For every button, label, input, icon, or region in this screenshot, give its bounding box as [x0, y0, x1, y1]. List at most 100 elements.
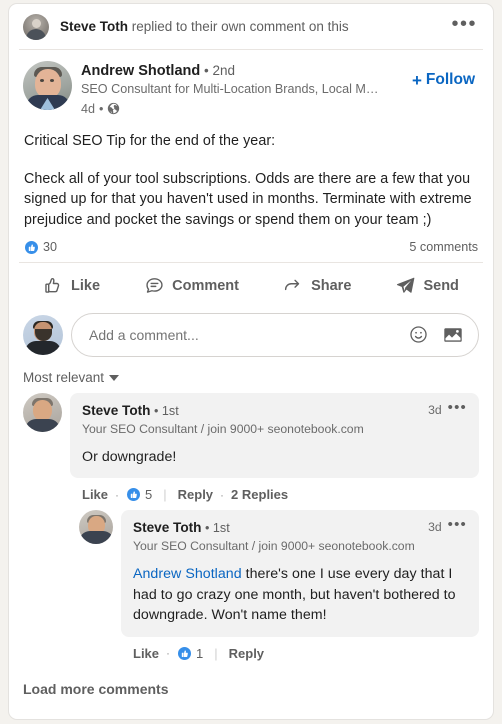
comments-count[interactable]: 5 comments: [409, 240, 478, 254]
comment-button-label: Comment: [172, 277, 239, 294]
actor-name[interactable]: Steve Toth: [60, 19, 128, 34]
comment-time: 3d: [428, 402, 442, 417]
comment-reaction-count: 5: [145, 487, 153, 503]
post-body: Critical SEO Tip for the end of the year…: [9, 118, 493, 231]
comment-reaction-group[interactable]: 1: [177, 645, 204, 661]
post-paragraph: Critical SEO Tip for the end of the year…: [24, 133, 276, 150]
commenter-degree: 1st: [161, 403, 179, 418]
commenter-headline: Your SEO Consultant / join 9000+ seonote…: [82, 421, 364, 436]
load-more-row: Load more comments: [9, 663, 493, 699]
comment-reaction-group[interactable]: 5: [126, 487, 153, 503]
author-name[interactable]: Andrew Shotland: [81, 63, 200, 79]
image-photo-icon[interactable]: [442, 324, 464, 346]
commenter-identity: Steve Toth • 1st Your SEO Consultant / j…: [133, 519, 415, 555]
comment-actions: Like · 5 | Reply · 2 Replies: [70, 478, 479, 503]
avatar-eye-left: [39, 79, 44, 83]
comment-meta: 3d •••: [428, 400, 467, 417]
comment-like-button[interactable]: Like: [133, 646, 159, 661]
author-degree: 2nd: [212, 63, 235, 78]
meta-separator: •: [99, 101, 104, 116]
comment-time: 3d: [428, 520, 442, 535]
like-reaction-icon: [177, 645, 193, 661]
like-reaction-icon: [24, 239, 39, 255]
follow-label: Follow: [425, 71, 475, 88]
composer-icons: [408, 324, 464, 346]
comment-reply-button[interactable]: Reply: [229, 646, 264, 661]
post-paragraph: Check all of your tool subscriptions. Od…: [24, 170, 472, 229]
action-dot-separator: ·: [166, 646, 171, 661]
like-button[interactable]: Like: [33, 267, 110, 304]
comment-input-box[interactable]: [71, 312, 479, 357]
current-user-avatar[interactable]: [23, 314, 63, 355]
comment-like-button[interactable]: Like: [82, 487, 108, 502]
author-headline: SEO Consultant for Multi-Location Brands…: [81, 82, 381, 97]
avatar-face: [34, 68, 61, 98]
post-time: 4d: [81, 101, 96, 116]
social-context-header: Steve Toth replied to their own comment …: [9, 4, 493, 49]
commenter-degree: 1st: [212, 521, 230, 536]
comment-text: Andrew Shotland there's one I use every …: [133, 564, 467, 626]
post-options-ellipsis-icon[interactable]: •••: [445, 14, 479, 39]
comment-item-nested: Steve Toth • 1st Your SEO Consultant / j…: [23, 510, 479, 661]
comment-options-ellipsis-icon[interactable]: •••: [448, 400, 467, 415]
commenter-name-line: Steve Toth • 1st: [82, 402, 364, 420]
comments-list: Steve Toth • 1st Your SEO Consultant / j…: [9, 391, 493, 661]
commenter-headline: Your SEO Consultant / join 9000+ seonote…: [133, 538, 415, 553]
comment-composer-row: [9, 309, 493, 357]
comment-meta: 3d •••: [428, 517, 467, 535]
avatar-body: [25, 340, 61, 355]
comment-main: Steve Toth • 1st Your SEO Consultant / j…: [70, 392, 479, 503]
comment-item: Steve Toth • 1st Your SEO Consultant / j…: [23, 392, 479, 503]
comment-reaction-count: 1: [196, 645, 204, 661]
reactions-group[interactable]: 30: [24, 239, 58, 255]
comment-text: Or downgrade!: [82, 448, 177, 465]
share-button[interactable]: Share: [273, 267, 361, 304]
actor-avatar[interactable]: [23, 14, 49, 40]
comment-header: Steve Toth • 1st Your SEO Consultant / j…: [133, 517, 467, 555]
comment-bubble-icon: [144, 275, 165, 296]
sort-label: Most relevant: [23, 369, 105, 385]
comment-input[interactable]: [89, 326, 408, 343]
linkedin-post-page: Steve Toth replied to their own comment …: [0, 0, 502, 724]
commenter-name[interactable]: Steve Toth: [82, 403, 150, 418]
post-counts-row: 30 5 comments: [9, 231, 493, 262]
author-meta: 4d •: [81, 100, 406, 118]
share-arrow-icon: [283, 275, 304, 296]
post-card: Steve Toth replied to their own comment …: [8, 3, 494, 720]
actor-action: replied to their own comment on this: [128, 19, 349, 35]
comment-bubble: Steve Toth • 1st Your SEO Consultant / j…: [121, 510, 479, 637]
comment-replies-button[interactable]: 2 Replies: [231, 487, 288, 502]
like-button-label: Like: [71, 277, 101, 294]
send-button[interactable]: Send: [385, 267, 468, 304]
avatar-body: [79, 531, 113, 545]
sort-selector[interactable]: Most relevant: [23, 369, 120, 385]
send-button-label: Send: [423, 277, 459, 294]
action-pipe-separator: |: [163, 487, 167, 503]
mention-link[interactable]: Andrew Shotland: [133, 566, 242, 582]
comment-main: Steve Toth • 1st Your SEO Consultant / j…: [121, 510, 479, 661]
commenter-name[interactable]: Steve Toth: [133, 520, 201, 535]
action-pipe-separator: |: [214, 645, 218, 661]
chevron-down-icon: [109, 375, 120, 382]
comment-options-ellipsis-icon[interactable]: •••: [448, 517, 467, 532]
load-more-comments-button[interactable]: Load more comments: [23, 681, 168, 697]
commenter-name-line: Steve Toth • 1st: [133, 519, 415, 537]
commenter-avatar[interactable]: [23, 392, 62, 432]
author-name-line: Andrew Shotland • 2nd: [81, 62, 406, 81]
emoji-smiley-icon[interactable]: [408, 324, 429, 345]
comment-actions: Like · 1 | Reply: [121, 637, 479, 661]
post-author-row: Andrew Shotland • 2nd SEO Consultant for…: [9, 50, 493, 118]
comment-header: Steve Toth • 1st Your SEO Consultant / j…: [82, 400, 467, 438]
avatar-body: [25, 418, 60, 432]
author-info: Andrew Shotland • 2nd SEO Consultant for…: [81, 61, 406, 118]
comment-bubble: Steve Toth • 1st Your SEO Consultant / j…: [70, 392, 479, 479]
comment-button[interactable]: Comment: [134, 267, 249, 304]
commenter-avatar[interactable]: [79, 510, 113, 545]
comment-reply-button[interactable]: Reply: [178, 487, 213, 502]
commenter-separator: •: [150, 403, 162, 418]
author-avatar[interactable]: [23, 61, 72, 110]
author-separator: •: [200, 63, 213, 78]
social-context-text: Steve Toth replied to their own comment …: [60, 18, 445, 36]
reaction-count: 30: [43, 240, 58, 255]
follow-button[interactable]: + Follow: [406, 61, 479, 89]
